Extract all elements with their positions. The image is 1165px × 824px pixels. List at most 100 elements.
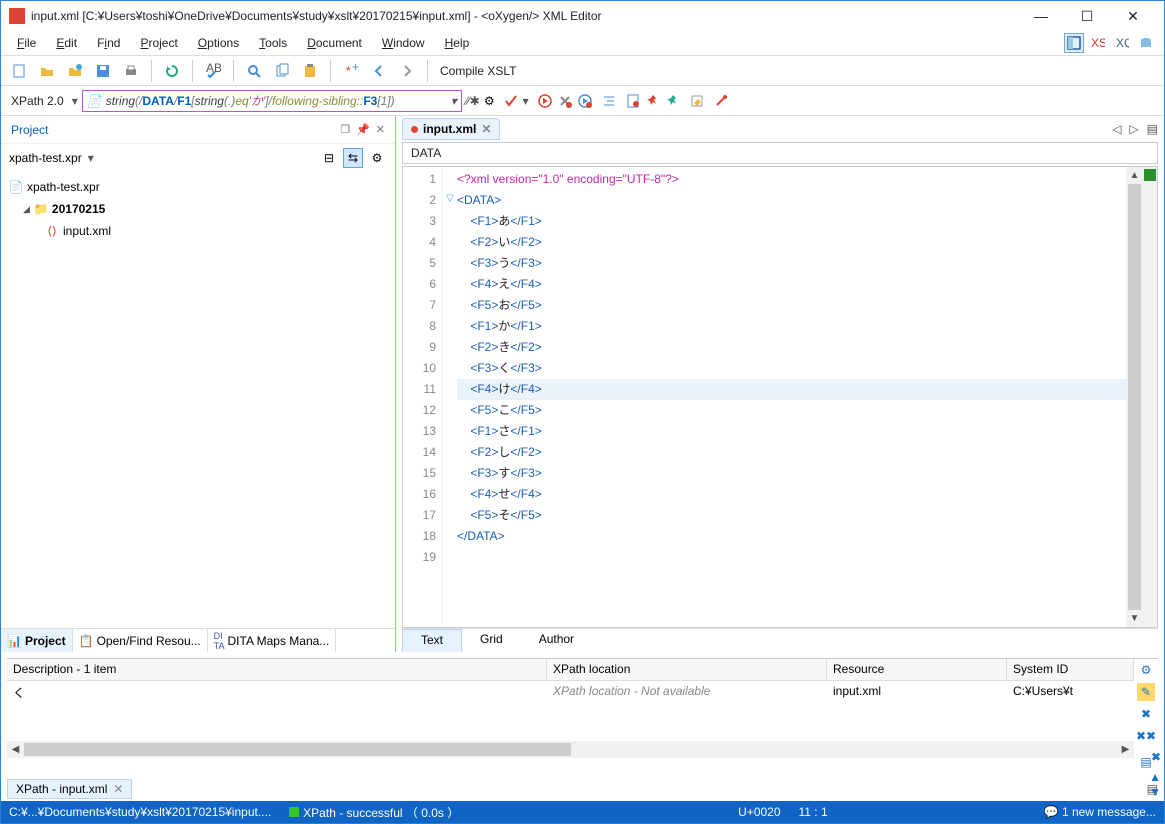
tab-list-icon[interactable]: ▤ <box>1147 122 1158 136</box>
perspective-default-icon[interactable] <box>1064 33 1084 53</box>
new-file-icon[interactable] <box>7 59 31 83</box>
restore-icon[interactable]: ❐ <box>340 123 350 136</box>
main-toolbar: ABC *+ Compile XSLT <box>1 55 1164 85</box>
print-icon[interactable] <box>119 59 143 83</box>
wand-icon[interactable] <box>713 93 729 109</box>
results-removeall-icon[interactable]: ✖✖ <box>1137 727 1155 745</box>
tree-file[interactable]: ⟨⟩input.xml <box>9 220 387 242</box>
svg-text:XSLT: XSLT <box>1091 36 1105 50</box>
menu-file[interactable]: File <box>9 34 44 52</box>
menu-document[interactable]: Document <box>299 34 370 52</box>
close-panel-icon[interactable]: ✕ <box>376 123 385 136</box>
col-description[interactable]: Description - 1 item <box>7 659 547 680</box>
results-panel: Description - 1 item XPath location Reso… <box>7 658 1158 771</box>
prev-tab-icon[interactable]: ◁ <box>1112 122 1121 136</box>
pin-red-icon[interactable] <box>645 93 661 109</box>
svg-text:+: + <box>352 63 359 74</box>
run-icon[interactable] <box>537 93 553 109</box>
copy-icon[interactable] <box>270 59 294 83</box>
spellcheck-icon[interactable]: ABC <box>201 59 225 83</box>
perspective-db-icon[interactable] <box>1136 33 1156 53</box>
result-row[interactable]: く XPath location - Not available input.x… <box>7 681 1134 703</box>
maximize-button[interactable]: ☐ <box>1064 1 1110 31</box>
menu-tools[interactable]: Tools <box>251 34 295 52</box>
xpath-toolbar: XPath 2.0 ▾ 📄 string(/DATA/F1[string(.) … <box>1 85 1164 115</box>
pin-green-icon[interactable] <box>665 93 681 109</box>
marker-column: ✖ ▲ ▼ <box>1143 167 1157 627</box>
tree-root[interactable]: 📄xpath-test.xpr <box>9 176 387 198</box>
pin-icon[interactable]: 📌 <box>356 123 370 136</box>
mode-text[interactable]: Text <box>402 629 462 652</box>
code-editor[interactable]: <?xml version="1.0" encoding="UTF-8"?><D… <box>457 167 1126 627</box>
tab-project[interactable]: 📊Project <box>1 629 73 652</box>
perspective-xslt-icon[interactable]: XSLT <box>1088 33 1108 53</box>
close-results-icon[interactable]: ✕ <box>113 782 123 796</box>
menu-find[interactable]: Find <box>89 34 128 52</box>
results-tab[interactable]: XPath - input.xml ✕ <box>7 779 132 799</box>
add-annotation-icon[interactable]: *+ <box>339 59 363 83</box>
results-highlight-icon[interactable]: ✎ <box>1137 683 1155 701</box>
gen-doc-icon[interactable] <box>625 93 641 109</box>
dropdown-icon[interactable]: ▾ <box>72 94 78 108</box>
status-path: C:¥...¥Documents¥study¥xslt¥20170215¥inp… <box>9 805 271 819</box>
validate-icon[interactable] <box>503 93 519 109</box>
debug-icon[interactable] <box>577 93 593 109</box>
editor-area: input.xml ✕ ◁ ▷ ▤ DATA 12345678910111213… <box>396 116 1164 652</box>
tree-folder[interactable]: ◢📁20170215 <box>9 198 387 220</box>
xpath-switch-icon[interactable]: ⁄⁄✱ <box>466 94 480 108</box>
col-resource[interactable]: Resource <box>827 659 1007 680</box>
breadcrumb[interactable]: DATA <box>402 142 1158 164</box>
minimize-button[interactable]: — <box>1018 1 1064 31</box>
menu-options[interactable]: Options <box>190 34 247 52</box>
edit-doc-icon[interactable] <box>689 93 705 109</box>
xpath-input[interactable]: 📄 string(/DATA/F1[string(.) eq 'か']/foll… <box>82 90 462 112</box>
forward-icon[interactable] <box>395 59 419 83</box>
mode-grid[interactable]: Grid <box>462 629 521 652</box>
horizontal-scrollbar[interactable]: ◀▶ <box>7 741 1134 758</box>
save-icon[interactable] <box>91 59 115 83</box>
tab-open-find[interactable]: 📋Open/Find Resou... <box>73 629 208 652</box>
fold-column[interactable]: ▽ <box>443 167 457 627</box>
xpath-version-selector[interactable]: XPath 2.0 <box>7 94 68 108</box>
menu-window[interactable]: Window <box>374 34 433 52</box>
search-icon[interactable] <box>242 59 266 83</box>
refresh-icon[interactable] <box>160 59 184 83</box>
perspective-xquery-icon[interactable]: XQ <box>1112 33 1132 53</box>
open-url-icon[interactable] <box>63 59 87 83</box>
paste-icon[interactable] <box>298 59 322 83</box>
col-sysid[interactable]: System ID <box>1007 659 1134 680</box>
project-dropdown[interactable]: xpath-test.xpr <box>9 151 82 165</box>
indent-icon[interactable] <box>601 93 617 109</box>
menu-help[interactable]: Help <box>437 34 478 52</box>
xpath-settings-icon[interactable]: ⚙ <box>484 94 495 108</box>
titlebar: input.xml [C:¥Users¥toshi¥OneDrive¥Docum… <box>1 1 1164 31</box>
mode-author[interactable]: Author <box>521 629 592 652</box>
compile-xslt-button[interactable]: Compile XSLT <box>436 64 520 78</box>
menu-edit[interactable]: Edit <box>48 34 85 52</box>
validation-ok-icon <box>1144 169 1156 181</box>
modified-dot-icon <box>411 126 418 133</box>
status-xpath: XPath - successful （ 0.0s ） <box>289 804 459 821</box>
open-file-icon[interactable] <box>35 59 59 83</box>
tab-dita[interactable]: DITADITA Maps Mana... <box>208 629 337 652</box>
results-remove-icon[interactable]: ✖ <box>1137 705 1155 723</box>
transform-config-icon[interactable] <box>557 93 573 109</box>
results-settings-icon[interactable]: ⚙ <box>1137 661 1155 679</box>
project-settings-icon[interactable]: ⚙ <box>367 148 387 168</box>
close-tab-icon[interactable]: ✕ <box>481 122 491 136</box>
status-message[interactable]: 💬 1 new message... <box>1044 805 1156 819</box>
next-tab-icon[interactable]: ▷ <box>1129 122 1138 136</box>
menubar: File Edit Find Project Options Tools Doc… <box>1 31 1164 55</box>
vertical-scrollbar[interactable]: ▲▼ <box>1126 167 1143 627</box>
editor-tab[interactable]: input.xml ✕ <box>402 118 500 140</box>
line-gutter: 12345678910111213141516171819 <box>403 167 443 627</box>
svg-text:XQ: XQ <box>1116 36 1129 50</box>
collapse-icon[interactable]: ⊟ <box>319 148 339 168</box>
project-panel: Project ❐ 📌 ✕ xpath-test.xpr ▾ ⊟ ⇆ ⚙ 📄xp… <box>1 116 396 652</box>
close-button[interactable]: ✕ <box>1110 1 1156 31</box>
col-xpath[interactable]: XPath location <box>547 659 827 680</box>
link-editor-icon[interactable]: ⇆ <box>343 148 363 168</box>
back-icon[interactable] <box>367 59 391 83</box>
app-icon <box>9 8 25 24</box>
menu-project[interactable]: Project <box>132 34 185 52</box>
